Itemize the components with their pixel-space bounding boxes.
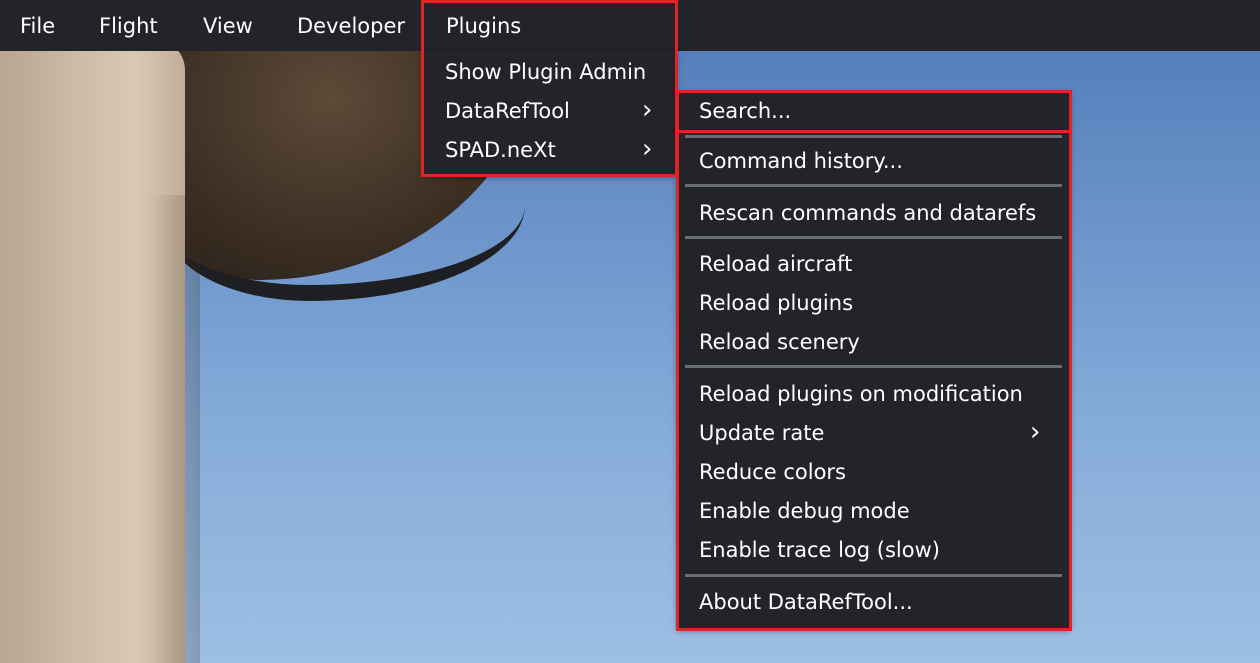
- menu-item-label: Reload scenery: [699, 330, 860, 354]
- chevron-right-icon: ›: [642, 95, 653, 125]
- menu-item-label: Reduce colors: [699, 460, 846, 484]
- menu-item-label: Reload plugins: [699, 291, 854, 315]
- menu-view[interactable]: View: [203, 0, 253, 51]
- menu-flight[interactable]: Flight: [99, 0, 158, 51]
- menu-item-enable-trace[interactable]: Enable trace log (slow): [677, 531, 1070, 570]
- menu-item-label: About DataRefTool...: [699, 590, 913, 614]
- menu-item-label: DataRefTool: [445, 99, 570, 123]
- plugins-dropdown: Show Plugin Admin DataRefTool › SPAD.neX…: [423, 51, 676, 175]
- menu-item-label: Update rate: [699, 421, 825, 445]
- menu-item-label: Rescan commands and datarefs: [699, 201, 1037, 225]
- menu-item-label: Enable debug mode: [699, 499, 910, 523]
- menu-item-label: Enable trace log (slow): [699, 538, 940, 562]
- menu-item-about[interactable]: About DataRefTool...: [677, 583, 1070, 622]
- menu-separator: [685, 184, 1062, 187]
- menu-item-reduce-colors[interactable]: Reduce colors: [677, 453, 1070, 492]
- menu-developer[interactable]: Developer: [297, 0, 405, 51]
- menu-bar: File Flight View Developer Plugins: [0, 0, 1260, 51]
- menu-item-label: Reload plugins on modification: [699, 382, 1023, 406]
- menu-item-reload-on-modification[interactable]: Reload plugins on modification: [677, 375, 1070, 414]
- menu-item-rescan[interactable]: Rescan commands and datarefs: [677, 194, 1070, 233]
- menu-item-reload-aircraft[interactable]: Reload aircraft: [677, 245, 1070, 284]
- menu-separator: [685, 135, 1062, 138]
- menu-item-label: Search...: [699, 99, 792, 123]
- menu-separator: [685, 365, 1062, 368]
- menu-item-show-plugin-admin[interactable]: Show Plugin Admin: [423, 53, 676, 92]
- menu-item-label: Reload aircraft: [699, 252, 853, 276]
- menu-item-label: Show Plugin Admin: [445, 60, 647, 84]
- menu-separator: [685, 236, 1062, 239]
- menu-plugins[interactable]: Plugins: [423, 0, 676, 51]
- menu-item-spad-next[interactable]: SPAD.neXt ›: [423, 131, 676, 170]
- menu-separator: [685, 574, 1062, 577]
- chevron-right-icon: ›: [642, 134, 653, 164]
- menu-item-datareftool[interactable]: DataRefTool ›: [423, 92, 676, 131]
- menu-item-reload-plugins[interactable]: Reload plugins: [677, 284, 1070, 323]
- menu-item-label: Command history...: [699, 149, 903, 173]
- pillar-shadow: [150, 195, 200, 663]
- menu-item-search[interactable]: Search...: [677, 92, 1070, 131]
- menu-item-update-rate[interactable]: Update rate ›: [677, 414, 1070, 453]
- menu-item-enable-debug[interactable]: Enable debug mode: [677, 492, 1070, 531]
- chevron-right-icon: ›: [1030, 417, 1041, 447]
- menu-file[interactable]: File: [20, 0, 55, 51]
- datareftool-submenu: Search... Command history... Rescan comm…: [677, 91, 1070, 629]
- menu-item-command-history[interactable]: Command history...: [677, 142, 1070, 181]
- menu-item-label: SPAD.neXt: [445, 138, 556, 162]
- menu-item-reload-scenery[interactable]: Reload scenery: [677, 323, 1070, 362]
